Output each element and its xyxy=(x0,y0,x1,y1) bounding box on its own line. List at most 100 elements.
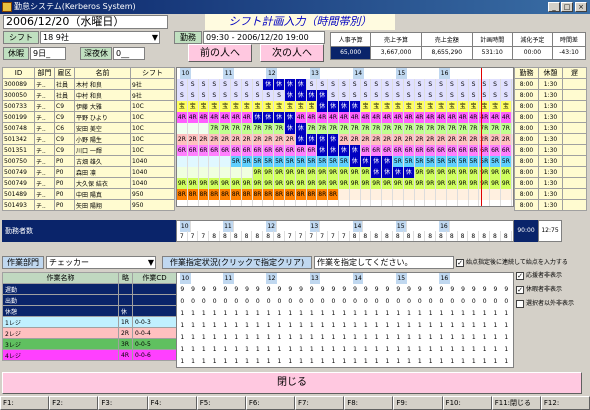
task-cell[interactable]: 1 xyxy=(436,308,447,319)
shift-cell[interactable]: 9R xyxy=(339,167,350,178)
shift-cell[interactable]: 7R xyxy=(457,123,469,134)
shift-cell[interactable]: 5R xyxy=(403,156,415,167)
shift-cell[interactable] xyxy=(469,189,480,200)
task-cell[interactable]: 1 xyxy=(350,332,361,343)
shift-cell[interactable]: 宝 xyxy=(274,101,285,112)
shift-cell[interactable]: 6R xyxy=(220,145,231,156)
shift-cell[interactable]: 5R xyxy=(414,156,426,167)
task-cell[interactable]: 1 xyxy=(209,344,220,355)
task-cell[interactable]: 0 xyxy=(231,296,242,307)
task-cell[interactable]: 0 xyxy=(317,296,328,307)
function-key-12[interactable]: F12: xyxy=(540,396,590,410)
task-cell[interactable]: 0 xyxy=(263,296,274,307)
shift-cell[interactable]: 休 xyxy=(285,123,296,134)
shift-cell[interactable] xyxy=(177,200,188,206)
shift-cell[interactable]: 8R xyxy=(198,189,210,200)
shift-cell[interactable]: 宝 xyxy=(252,101,264,112)
shift-cell[interactable]: 9R xyxy=(328,167,339,178)
shift-cell[interactable]: 2R xyxy=(468,134,480,145)
shift-cell[interactable]: S xyxy=(220,90,231,101)
next-person-button[interactable]: 次の人へ xyxy=(260,44,324,62)
shift-cell[interactable]: S xyxy=(339,90,350,101)
task-cell[interactable]: 1 xyxy=(231,308,242,319)
shift-cell[interactable]: 9R xyxy=(457,167,469,178)
shift-cell[interactable]: 2R xyxy=(349,134,361,145)
shift-cell[interactable]: 休 xyxy=(371,156,383,167)
task-cell[interactable]: 1 xyxy=(296,344,307,355)
task-cell[interactable]: 0 xyxy=(307,296,318,307)
task-cell[interactable]: 1 xyxy=(242,332,253,343)
shift-cell[interactable]: 6R xyxy=(295,145,307,156)
task-cell[interactable]: 1 xyxy=(220,320,231,331)
task-grid[interactable]: 10 11 12 13 14 15 16 9 9 9 9 9 9 9 9 9 9 9 9 9 9 9 9 9 9 9 9 9 9 9 9 9 9… xyxy=(176,272,514,368)
shift-cell[interactable]: S xyxy=(198,79,210,90)
shift-cell[interactable] xyxy=(188,200,199,206)
task-cell[interactable]: 1 xyxy=(328,308,339,319)
shift-cell[interactable]: 2R xyxy=(382,134,393,145)
shift-cell[interactable]: 9R xyxy=(187,178,199,189)
shift-cell[interactable] xyxy=(285,200,296,206)
shift-cell[interactable]: 5R xyxy=(285,156,296,167)
task-cell[interactable]: 0 xyxy=(469,296,480,307)
chevron-down-icon[interactable]: ▼ xyxy=(148,257,154,269)
task-cell[interactable]: 9 xyxy=(404,284,415,295)
shift-cell[interactable] xyxy=(209,200,221,206)
shift-cell[interactable]: S xyxy=(457,90,469,101)
shift-cell[interactable]: 7R xyxy=(209,123,221,134)
task-cell[interactable]: 1 xyxy=(177,332,188,343)
shift-cell[interactable]: 7R xyxy=(403,123,415,134)
task-cell[interactable]: 1 xyxy=(285,332,296,343)
shift-cell[interactable] xyxy=(490,189,501,200)
shift-cell[interactable]: 5R xyxy=(274,156,285,167)
shift-cell[interactable] xyxy=(447,189,458,200)
task-cell[interactable]: 1 xyxy=(393,308,404,319)
shift-cell[interactable]: 5R xyxy=(339,156,350,167)
employee-row[interactable]: 501342 チ.. C9 小野 陽生 10C xyxy=(2,133,175,145)
task-cell[interactable]: 1 xyxy=(501,308,512,319)
shift-cell[interactable]: 8R xyxy=(220,189,231,200)
task-cell[interactable]: 1 xyxy=(415,344,426,355)
employee-row[interactable]: 500748 チ.. C6 安田 美空 10C xyxy=(2,122,175,134)
shift-cell[interactable] xyxy=(501,200,512,206)
function-key-7[interactable]: F7: xyxy=(295,396,345,410)
task-cell[interactable]: 9 xyxy=(263,284,274,295)
shift-cell[interactable]: 9R xyxy=(501,167,512,178)
shift-cell[interactable]: 休 xyxy=(328,145,339,156)
shift-cell[interactable]: 2R xyxy=(187,134,199,145)
task-cell[interactable]: 1 xyxy=(436,344,447,355)
shift-cell[interactable]: 休 xyxy=(349,101,361,112)
shift-cell[interactable] xyxy=(382,200,393,206)
shift-cell[interactable]: 9R xyxy=(263,178,275,189)
shift-cell[interactable]: 2R xyxy=(393,134,404,145)
shift-cell[interactable] xyxy=(371,189,383,200)
task-cell[interactable]: 0 xyxy=(447,296,458,307)
shift-cell[interactable]: 9R xyxy=(328,178,339,189)
shift-cell[interactable]: 9R xyxy=(360,178,372,189)
shift-cell[interactable] xyxy=(436,189,447,200)
shift-cell[interactable]: 4R xyxy=(457,112,469,123)
shift-cell[interactable]: S xyxy=(447,79,458,90)
shift-cell[interactable]: 9R xyxy=(231,178,242,189)
shift-cell[interactable]: 6R xyxy=(447,145,458,156)
function-key-6[interactable]: F6: xyxy=(245,396,296,410)
shift-cell[interactable]: 休 xyxy=(382,167,393,178)
task-status-button[interactable]: 作業指定状況(クリックで指定クリア) xyxy=(162,256,312,269)
shift-cell[interactable]: 7R xyxy=(490,123,501,134)
task-cell[interactable]: 1 xyxy=(404,332,415,343)
shift-cell[interactable] xyxy=(220,200,231,206)
shift-cell[interactable]: 6R xyxy=(414,145,426,156)
task-row[interactable]: 4レジ 4R 0-0-6 xyxy=(2,349,177,361)
shift-cell[interactable]: 9R xyxy=(468,178,480,189)
shift-cell[interactable]: 休 xyxy=(403,167,415,178)
task-cell[interactable]: 0 xyxy=(253,296,264,307)
shift-cell[interactable] xyxy=(361,189,372,200)
checkbox-icon[interactable]: ✓ xyxy=(516,271,524,280)
shift-cell[interactable]: 8R xyxy=(328,189,339,200)
task-cell[interactable]: 1 xyxy=(458,308,469,319)
task-cell[interactable]: 1 xyxy=(393,356,404,367)
task-cell[interactable]: 0 xyxy=(404,296,415,307)
shift-cell[interactable]: 6R xyxy=(457,145,469,156)
shift-cell[interactable]: 5R xyxy=(490,156,501,167)
task-cell[interactable]: 1 xyxy=(274,356,285,367)
shift-cell[interactable] xyxy=(263,200,275,206)
